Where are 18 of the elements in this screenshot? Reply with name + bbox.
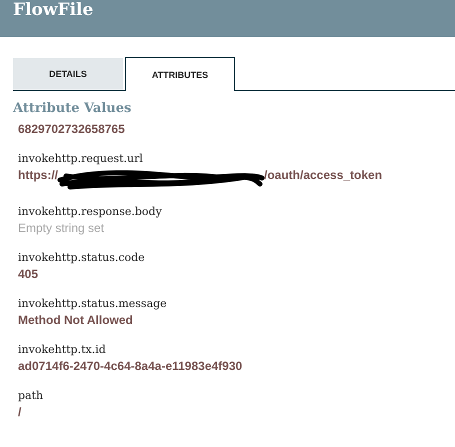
empty-value: Empty string set: [18, 221, 104, 236]
attribute-name: invokehttp.status.message: [18, 296, 168, 311]
attribute-value: 6829702732658765: [18, 122, 125, 137]
attribute-name: path: [18, 388, 44, 403]
attribute-value: /: [18, 405, 22, 420]
attribute-value: ad0714f6-2470-4c64-8a4a-e11983e4f930: [18, 359, 242, 374]
section-title: Attribute Values: [13, 101, 132, 116]
attribute-value: 405: [18, 267, 38, 282]
attribute-name: invokehttp.response.body: [18, 204, 163, 219]
window-title: FlowFile: [13, 0, 94, 20]
tab[interactable]: ATTRIBUTES: [125, 57, 235, 91]
tab[interactable]: DETAILS: [13, 58, 123, 90]
attribute-name: invokehttp.status.code: [18, 250, 146, 265]
attribute-value: https://: [18, 168, 58, 183]
attribute-value: Method Not Allowed: [18, 313, 133, 328]
attribute-value: /oauth/access_token: [264, 168, 382, 183]
attribute-name: invokehttp.request.url: [18, 151, 144, 166]
attribute-name: invokehttp.tx.id: [18, 342, 107, 357]
